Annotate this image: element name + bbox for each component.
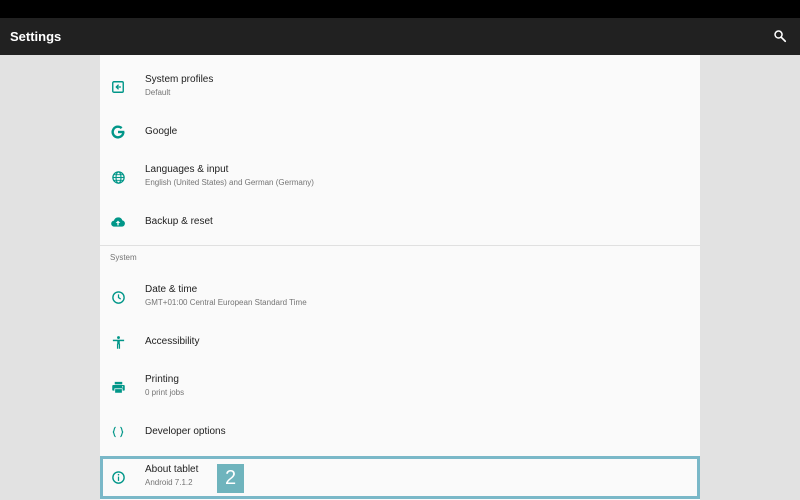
system-profiles-icon <box>106 75 130 99</box>
settings-item-date-time[interactable]: Date & time GMT+01:00 Central European S… <box>100 275 700 320</box>
settings-item-title: Backup & reset <box>145 216 213 227</box>
settings-item-title: System profiles <box>145 74 214 85</box>
settings-item-summary: 0 print jobs <box>145 388 185 397</box>
settings-item-title: Developer options <box>145 426 226 437</box>
settings-item-title: Printing <box>145 374 179 385</box>
app-bar: Settings <box>0 18 800 55</box>
search-icon <box>774 30 787 43</box>
globe-icon <box>106 165 130 189</box>
cloud-upload-icon <box>106 210 130 234</box>
status-bar <box>0 0 800 18</box>
google-icon <box>106 120 130 144</box>
settings-item-title: Accessibility <box>145 336 200 347</box>
section-header-system: System <box>110 253 137 262</box>
settings-item-system-profiles[interactable]: System profiles Default <box>100 65 700 110</box>
settings-item-summary: English (United States) and German (Germ… <box>145 178 314 187</box>
printer-icon <box>106 375 130 399</box>
settings-item-title: Google <box>145 126 178 137</box>
step-badge: 2 <box>217 464 244 493</box>
braces-icon <box>106 420 130 444</box>
settings-item-summary: GMT+01:00 Central European Standard Time <box>145 298 307 307</box>
settings-item-accessibility[interactable]: Accessibility <box>100 320 700 365</box>
search-button[interactable] <box>768 24 792 48</box>
settings-item-summary: Android 7.1.2 <box>145 478 193 487</box>
settings-item-languages[interactable]: Languages & input English (United States… <box>100 155 700 200</box>
settings-list: System profiles Default Google Languages… <box>100 55 700 500</box>
settings-item-title: Languages & input <box>145 164 229 175</box>
accessibility-icon <box>106 330 130 354</box>
settings-item-summary: Default <box>145 88 171 97</box>
info-icon <box>106 465 130 489</box>
clock-icon <box>106 285 130 309</box>
section-divider <box>100 245 700 246</box>
settings-item-google[interactable]: Google <box>100 110 700 155</box>
settings-item-title: Date & time <box>145 284 198 295</box>
settings-item-about-tablet[interactable]: About tablet Android 7.1.2 <box>100 455 700 500</box>
page-title: Settings <box>10 29 62 44</box>
settings-item-printing[interactable]: Printing 0 print jobs <box>100 365 700 410</box>
settings-item-backup-reset[interactable]: Backup & reset <box>100 200 700 245</box>
settings-item-title: About tablet <box>145 464 199 475</box>
settings-item-developer-options[interactable]: Developer options <box>100 410 700 455</box>
